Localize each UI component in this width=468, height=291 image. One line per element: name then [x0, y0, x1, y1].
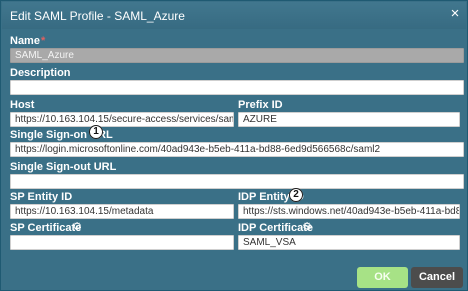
prefix-id-field[interactable]: AZURE: [238, 112, 460, 127]
dialog-titlebar: Edit SAML Profile - SAML_Azure ×: [2, 2, 466, 29]
name-label: Name*: [10, 35, 45, 47]
callout-badge-1: 1: [89, 125, 103, 139]
dialog-title: Edit SAML Profile - SAML_Azure: [10, 9, 185, 23]
prefix-id-label: Prefix ID: [238, 99, 283, 111]
close-icon[interactable]: ×: [448, 6, 462, 21]
name-field[interactable]: SAML_Azure: [10, 48, 464, 63]
host-label: Host: [10, 99, 35, 111]
gear-icon[interactable]: ⚙: [72, 222, 82, 233]
dialog-content: Name* SAML_Azure Description Host https:…: [2, 29, 466, 258]
sp-certificate-field[interactable]: [10, 235, 234, 250]
idp-certificate-field[interactable]: SAML_VSA: [238, 235, 460, 250]
cancel-button[interactable]: Cancel: [411, 267, 463, 288]
name-label-text: Name: [10, 35, 40, 47]
ok-button[interactable]: OK: [357, 267, 408, 288]
sso-url-field[interactable]: https://login.microsoftonline.com/40ad94…: [10, 142, 464, 157]
slo-url-label: Single Sign-out URL: [10, 161, 117, 173]
callout-badge-2: 2: [289, 188, 303, 202]
required-mark: *: [40, 35, 46, 47]
sp-certificate-label: SP Certificate: [10, 222, 82, 234]
gear-icon[interactable]: ⚙: [302, 222, 312, 233]
description-label: Description: [10, 67, 71, 79]
idp-entity-id-field[interactable]: https://sts.windows.net/40ad943e-b5eb-41…: [238, 204, 460, 219]
description-field[interactable]: [10, 80, 464, 95]
host-field[interactable]: https://10.163.104.15/secure-access/serv…: [10, 112, 234, 127]
slo-url-field[interactable]: [10, 174, 464, 189]
sp-entity-id-field[interactable]: https://10.163.104.15/metadata: [10, 204, 234, 219]
sp-entity-id-label: SP Entity ID: [10, 191, 73, 203]
edit-saml-profile-dialog: Edit SAML Profile - SAML_Azure × Name* S…: [0, 0, 468, 291]
